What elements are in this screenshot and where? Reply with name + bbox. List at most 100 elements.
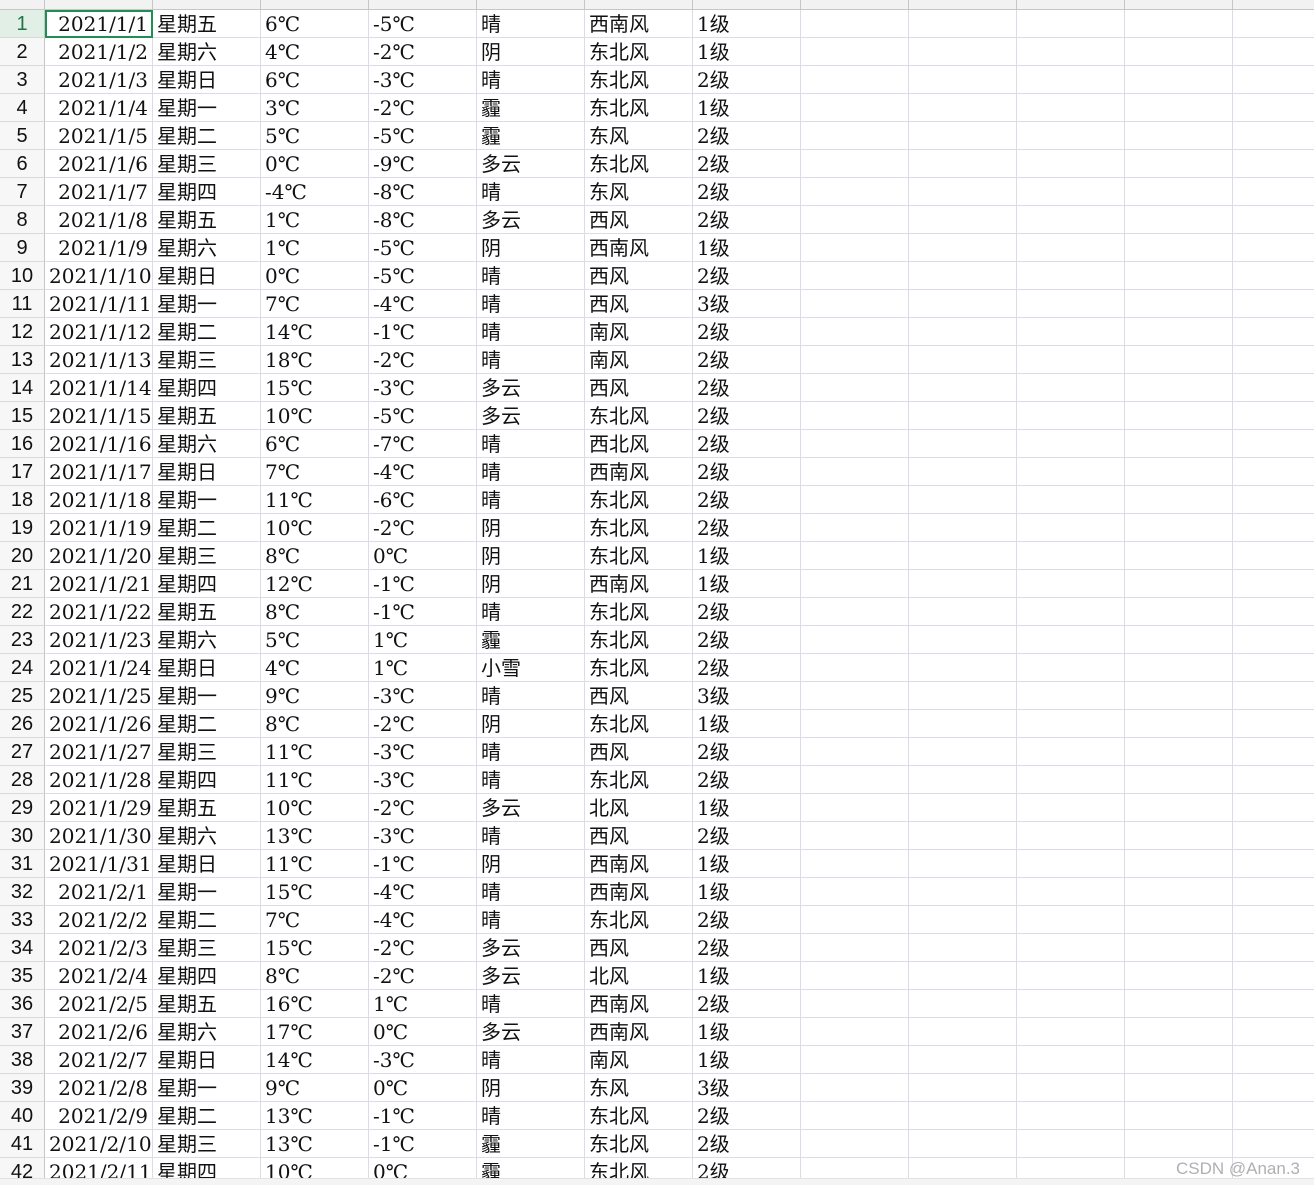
row-header[interactable]: 6 xyxy=(0,150,45,178)
row-header[interactable]: 13 xyxy=(0,346,45,374)
cell-low-temp[interactable]: -1℃ xyxy=(369,850,477,878)
cell-empty[interactable] xyxy=(1233,570,1314,598)
cell-empty[interactable] xyxy=(1125,290,1233,318)
cell-empty[interactable] xyxy=(909,822,1017,850)
cell-empty[interactable] xyxy=(1233,374,1314,402)
cell-empty[interactable] xyxy=(1017,1130,1125,1158)
cell-weather[interactable]: 阴 xyxy=(477,542,585,570)
cell-weather[interactable]: 小雪 xyxy=(477,654,585,682)
row-header[interactable]: 18 xyxy=(0,486,45,514)
cell-low-temp[interactable]: 1℃ xyxy=(369,990,477,1018)
cell-weekday[interactable]: 星期六 xyxy=(153,626,261,654)
cell-date[interactable]: 2021/1/2 xyxy=(45,38,153,66)
cell-empty[interactable] xyxy=(801,654,909,682)
cell-wind-level[interactable]: 2级 xyxy=(693,374,801,402)
cell-low-temp[interactable]: -5℃ xyxy=(369,402,477,430)
cell-empty[interactable] xyxy=(1017,542,1125,570)
cell-empty[interactable] xyxy=(1017,906,1125,934)
cell-date[interactable]: 2021/1/21 xyxy=(45,570,153,598)
cell-empty[interactable] xyxy=(1017,458,1125,486)
cell-empty[interactable] xyxy=(801,878,909,906)
cell-wind-direction[interactable]: 西风 xyxy=(585,206,693,234)
cell-empty[interactable] xyxy=(1233,850,1314,878)
cell-empty[interactable] xyxy=(1233,94,1314,122)
row-header[interactable]: 10 xyxy=(0,262,45,290)
cell-empty[interactable] xyxy=(801,1102,909,1130)
cell-empty[interactable] xyxy=(1125,318,1233,346)
cell-weather[interactable]: 晴 xyxy=(477,682,585,710)
cell-empty[interactable] xyxy=(1017,682,1125,710)
cell-wind-level[interactable]: 2级 xyxy=(693,430,801,458)
cell-high-temp[interactable]: 13℃ xyxy=(261,822,369,850)
cell-empty[interactable] xyxy=(801,38,909,66)
cell-empty[interactable] xyxy=(1017,766,1125,794)
cell-wind-level[interactable]: 2级 xyxy=(693,122,801,150)
cell-high-temp[interactable]: 10℃ xyxy=(261,402,369,430)
cell-high-temp[interactable]: 15℃ xyxy=(261,878,369,906)
row-header[interactable]: 29 xyxy=(0,794,45,822)
cell-wind-direction[interactable]: 南风 xyxy=(585,318,693,346)
cell-weather[interactable]: 阴 xyxy=(477,570,585,598)
cell-weekday[interactable]: 星期日 xyxy=(153,1046,261,1074)
cell-weekday[interactable]: 星期五 xyxy=(153,206,261,234)
cell-empty[interactable] xyxy=(1125,486,1233,514)
cell-empty[interactable] xyxy=(801,1074,909,1102)
cell-weather[interactable]: 多云 xyxy=(477,374,585,402)
cell-wind-level[interactable]: 2级 xyxy=(693,66,801,94)
cell-wind-direction[interactable]: 东风 xyxy=(585,1074,693,1102)
cell-low-temp[interactable]: -2℃ xyxy=(369,514,477,542)
column-header[interactable] xyxy=(1017,0,1125,10)
cell-empty[interactable] xyxy=(1125,234,1233,262)
cell-empty[interactable] xyxy=(1017,374,1125,402)
cell-empty[interactable] xyxy=(1017,514,1125,542)
cell-empty[interactable] xyxy=(1233,290,1314,318)
cell-high-temp[interactable]: -4℃ xyxy=(261,178,369,206)
cell-weather[interactable]: 晴 xyxy=(477,598,585,626)
cell-empty[interactable] xyxy=(909,1102,1017,1130)
cell-wind-level[interactable]: 2级 xyxy=(693,1130,801,1158)
cell-low-temp[interactable]: -5℃ xyxy=(369,234,477,262)
cell-empty[interactable] xyxy=(1125,878,1233,906)
cell-wind-direction[interactable]: 南风 xyxy=(585,1046,693,1074)
cell-empty[interactable] xyxy=(801,374,909,402)
cell-low-temp[interactable]: 0℃ xyxy=(369,1018,477,1046)
cell-empty[interactable] xyxy=(1125,430,1233,458)
cell-weather[interactable]: 多云 xyxy=(477,402,585,430)
cell-empty[interactable] xyxy=(1125,374,1233,402)
cell-empty[interactable] xyxy=(801,626,909,654)
cell-weather[interactable]: 阴 xyxy=(477,850,585,878)
cell-wind-level[interactable]: 3级 xyxy=(693,682,801,710)
cell-empty[interactable] xyxy=(1017,850,1125,878)
cell-weather[interactable]: 晴 xyxy=(477,822,585,850)
cell-high-temp[interactable]: 8℃ xyxy=(261,962,369,990)
cell-empty[interactable] xyxy=(1233,206,1314,234)
cell-empty[interactable] xyxy=(909,178,1017,206)
column-header[interactable] xyxy=(45,0,153,10)
cell-weekday[interactable]: 星期四 xyxy=(153,570,261,598)
cell-empty[interactable] xyxy=(1125,570,1233,598)
cell-date[interactable]: 2021/1/1 xyxy=(45,10,153,38)
cell-wind-level[interactable]: 2级 xyxy=(693,346,801,374)
column-header[interactable] xyxy=(369,0,477,10)
column-header[interactable] xyxy=(1233,0,1314,10)
cell-empty[interactable] xyxy=(1233,878,1314,906)
cell-date[interactable]: 2021/1/9 xyxy=(45,234,153,262)
cell-weather[interactable]: 阴 xyxy=(477,1074,585,1102)
row-header[interactable]: 17 xyxy=(0,458,45,486)
cell-empty[interactable] xyxy=(1125,94,1233,122)
cell-weekday[interactable]: 星期一 xyxy=(153,878,261,906)
cell-empty[interactable] xyxy=(801,10,909,38)
row-header[interactable]: 21 xyxy=(0,570,45,598)
cell-empty[interactable] xyxy=(1233,346,1314,374)
cell-weekday[interactable]: 星期三 xyxy=(153,346,261,374)
row-header[interactable]: 24 xyxy=(0,654,45,682)
cell-high-temp[interactable]: 12℃ xyxy=(261,570,369,598)
cell-wind-level[interactable]: 2级 xyxy=(693,990,801,1018)
cell-low-temp[interactable]: -2℃ xyxy=(369,710,477,738)
cell-date[interactable]: 2021/2/6 xyxy=(45,1018,153,1046)
cell-empty[interactable] xyxy=(1233,150,1314,178)
cell-wind-level[interactable]: 2级 xyxy=(693,206,801,234)
cell-wind-level[interactable]: 2级 xyxy=(693,654,801,682)
cell-high-temp[interactable]: 7℃ xyxy=(261,290,369,318)
row-header[interactable]: 11 xyxy=(0,290,45,318)
